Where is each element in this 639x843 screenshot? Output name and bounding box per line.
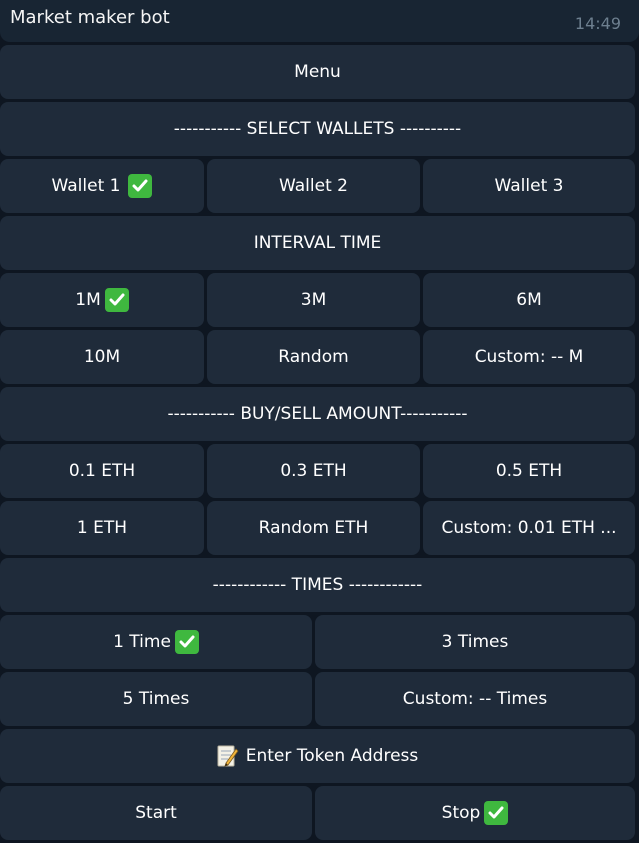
amount-0-5-button[interactable]: 0.5 ETH: [423, 444, 635, 498]
wallet-2-label: Wallet 2: [279, 176, 348, 196]
interval-6m-button[interactable]: 6M: [423, 273, 635, 327]
interval-random-button[interactable]: Random: [207, 330, 420, 384]
menu-button-label: Menu: [294, 62, 341, 82]
wallet-1-button[interactable]: Wallet 1: [0, 159, 204, 213]
buy-sell-amount-label: ----------- BUY/SELL AMOUNT-----------: [167, 404, 468, 424]
buy-sell-amount-button[interactable]: ----------- BUY/SELL AMOUNT-----------: [0, 387, 635, 441]
amount-custom-button[interactable]: Custom: 0.01 ETH ...: [423, 501, 635, 555]
amount-1-label: 1 ETH: [76, 518, 128, 538]
message-time: 14:49: [574, 14, 621, 33]
stop-button[interactable]: Stop: [315, 786, 635, 840]
interval-time-button[interactable]: INTERVAL TIME: [0, 216, 635, 270]
check-mark-icon: [484, 801, 509, 825]
bot-title: Market maker bot: [10, 7, 170, 28]
interval-1m-label: 1M: [75, 290, 101, 310]
wallet-2-button[interactable]: Wallet 2: [207, 159, 420, 213]
interval-3m-label: 3M: [300, 290, 327, 310]
times-1-button[interactable]: 1 Time: [0, 615, 312, 669]
check-mark-icon: [104, 288, 129, 312]
times-custom-button[interactable]: Custom: -- Times: [315, 672, 635, 726]
wallet-3-button[interactable]: Wallet 3: [423, 159, 635, 213]
amount-0-3-button[interactable]: 0.3 ETH: [207, 444, 420, 498]
times-button[interactable]: ------------ TIMES ------------: [0, 558, 635, 612]
interval-custom-button[interactable]: Custom: -- M: [423, 330, 635, 384]
check-mark-icon: [128, 174, 153, 198]
amount-random-label: Random ETH: [258, 518, 369, 538]
interval-random-label: Random: [278, 347, 349, 367]
menu-button[interactable]: Menu: [0, 45, 635, 99]
interval-6m-label: 6M: [516, 290, 542, 310]
interval-custom-label: Custom: -- M: [474, 347, 584, 367]
interval-time-label: INTERVAL TIME: [253, 233, 382, 253]
memo-icon: [217, 744, 239, 768]
times-label: ------------ TIMES ------------: [212, 575, 423, 595]
interval-1m-button[interactable]: 1M: [0, 273, 204, 327]
amount-custom-label: Custom: 0.01 ETH ...: [441, 518, 617, 538]
times-5-label: 5 Times: [122, 689, 190, 709]
wallet-3-label: Wallet 3: [494, 176, 564, 196]
chat-header: Market maker bot 14:49: [0, 0, 639, 42]
times-5-button[interactable]: 5 Times: [0, 672, 312, 726]
wallet-1-label: Wallet 1: [51, 176, 121, 196]
select-wallets-label: ----------- SELECT WALLETS ----------: [173, 119, 462, 139]
interval-10m-label: 10M: [83, 347, 121, 367]
amount-random-button[interactable]: Random ETH: [207, 501, 420, 555]
start-button[interactable]: Start: [0, 786, 312, 840]
enter-token-address-button[interactable]: Enter Token Address: [0, 729, 635, 783]
times-custom-label: Custom: -- Times: [402, 689, 548, 709]
times-3-label: 3 Times: [441, 632, 509, 652]
amount-1-button[interactable]: 1 ETH: [0, 501, 204, 555]
amount-0-1-label: 0.1 ETH: [68, 461, 136, 481]
times-1-label: 1 Time: [113, 632, 171, 652]
amount-0-5-label: 0.5 ETH: [495, 461, 563, 481]
amount-0-1-button[interactable]: 0.1 ETH: [0, 444, 204, 498]
stop-label: Stop: [441, 803, 481, 823]
times-3-button[interactable]: 3 Times: [315, 615, 635, 669]
enter-token-address-label: Enter Token Address: [245, 746, 419, 766]
interval-3m-button[interactable]: 3M: [207, 273, 420, 327]
select-wallets-button[interactable]: ----------- SELECT WALLETS ----------: [0, 102, 635, 156]
start-label: Start: [135, 803, 177, 823]
check-mark-icon: [174, 630, 199, 654]
amount-0-3-label: 0.3 ETH: [280, 461, 347, 481]
interval-10m-button[interactable]: 10M: [0, 330, 204, 384]
